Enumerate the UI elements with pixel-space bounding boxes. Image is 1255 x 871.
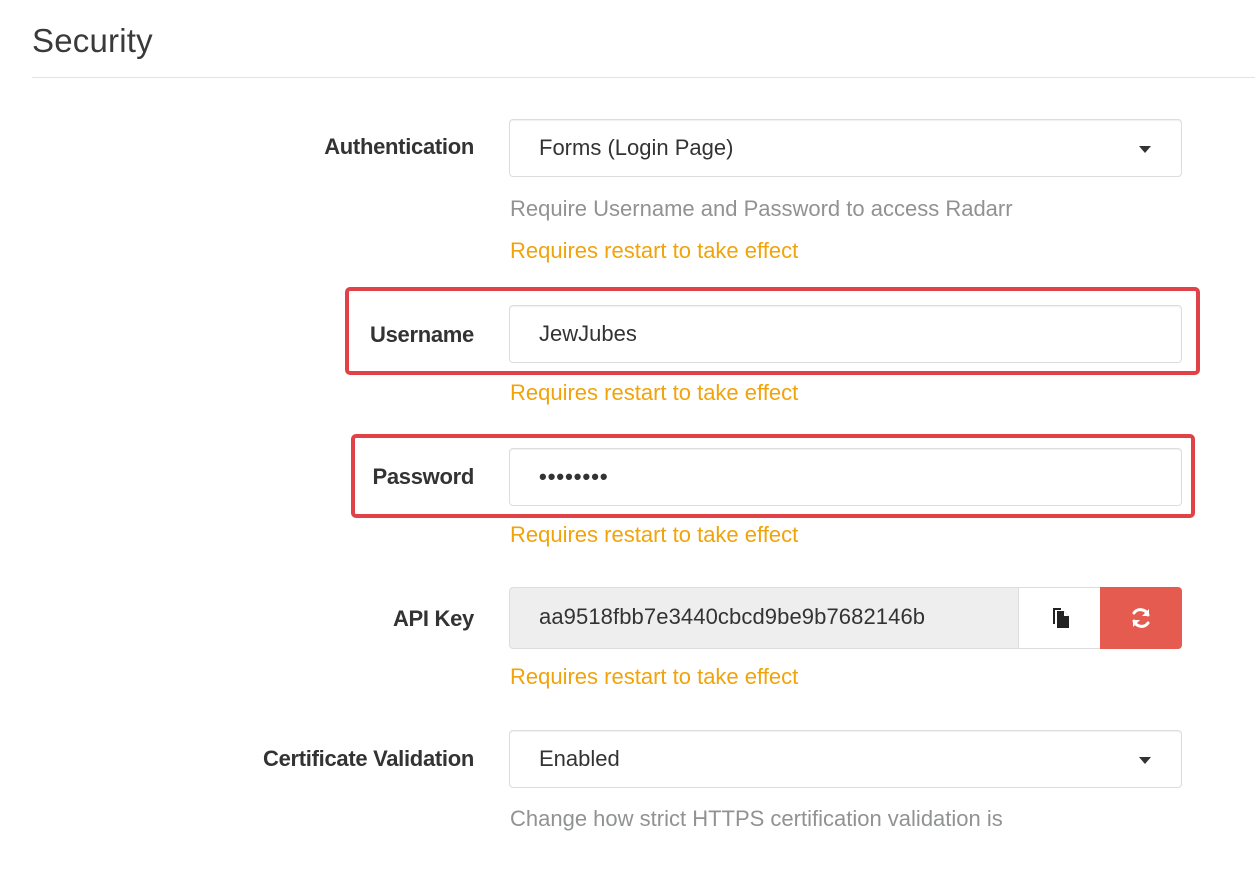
username-input[interactable]: JewJubes [509,305,1182,363]
caret-down-icon [1139,146,1151,153]
username-restart-warning: Requires restart to take effect [510,380,799,405]
api-key-input[interactable]: aa9518fbb7e3440cbcd9be9b7682146b [509,587,1019,649]
certificate-validation-help: Change how strict HTTPS certification va… [510,806,1003,831]
password-value: •••••••• [539,464,609,489]
authentication-select[interactable]: Forms (Login Page) [509,119,1182,177]
regenerate-api-key-button[interactable] [1100,587,1182,649]
password-restart-warning: Requires restart to take effect [510,522,799,547]
username-label: Username [370,322,474,347]
certificate-validation-select[interactable]: Enabled [509,730,1182,788]
authentication-restart-warning: Requires restart to take effect [510,238,799,263]
authentication-help: Require Username and Password to access … [510,196,1013,221]
authentication-label: Authentication [324,134,474,159]
certificate-validation-selected-value: Enabled [539,746,620,771]
section-title: Security [32,22,153,59]
refresh-icon [1132,608,1150,628]
password-label: Password [372,464,474,489]
username-value: JewJubes [539,321,637,346]
api-key-value: aa9518fbb7e3440cbcd9be9b7682146b [539,604,926,629]
certificate-validation-label: Certificate Validation [262,746,474,771]
api-key-restart-warning: Requires restart to take effect [510,664,799,689]
api-key-group: aa9518fbb7e3440cbcd9be9b7682146b [509,587,1182,649]
caret-down-icon [1139,757,1151,764]
authentication-selected-value: Forms (Login Page) [539,135,734,160]
api-key-label: API Key [392,606,474,631]
password-input[interactable]: •••••••• [509,448,1182,506]
copy-api-key-button[interactable] [1019,587,1107,649]
section-divider [32,77,1255,78]
copy-icon [1053,608,1069,628]
